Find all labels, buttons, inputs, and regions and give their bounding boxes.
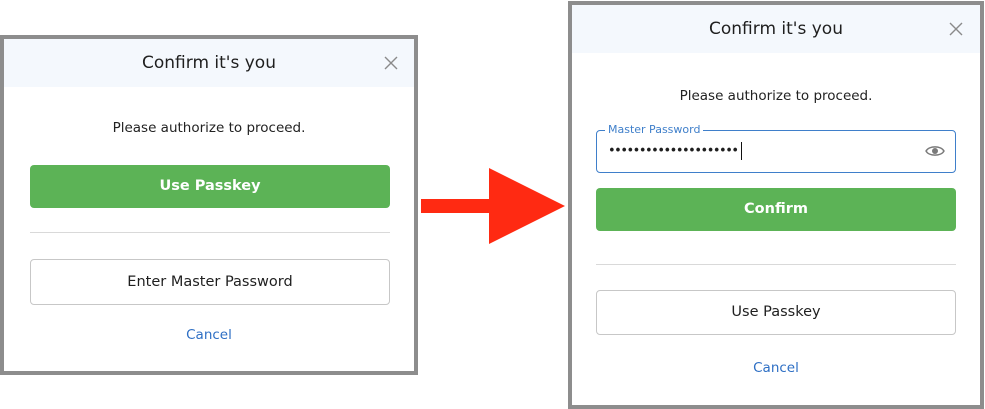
- text-caret: [740, 142, 743, 160]
- master-password-input[interactable]: •••••••••••••••••••••: [608, 142, 743, 160]
- confirm-button[interactable]: Confirm: [596, 188, 956, 231]
- dialog-title: Confirm it's you: [142, 53, 276, 73]
- divider: [596, 264, 956, 265]
- dialog-header: Confirm it's you: [572, 5, 980, 53]
- close-icon[interactable]: [383, 55, 399, 71]
- arrow-right-icon: [421, 168, 565, 244]
- eye-icon[interactable]: [925, 143, 945, 159]
- dialog-title: Confirm it's you: [709, 19, 843, 39]
- master-password-field[interactable]: Master Password •••••••••••••••••••••: [596, 123, 956, 173]
- dialog-header: Confirm it's you: [4, 39, 414, 87]
- close-icon[interactable]: [948, 21, 964, 37]
- master-password-label: Master Password: [605, 123, 704, 136]
- enter-master-password-button[interactable]: Enter Master Password: [30, 259, 390, 305]
- use-passkey-button[interactable]: Use Passkey: [596, 290, 956, 335]
- dialog-prompt: Please authorize to proceed.: [679, 88, 873, 104]
- confirm-dialog-before: Confirm it's you Please authorize to pro…: [0, 35, 418, 375]
- dialog-prompt: Please authorize to proceed.: [112, 120, 306, 136]
- cancel-link[interactable]: Cancel: [4, 327, 414, 343]
- confirm-dialog-after: Confirm it's you Please authorize to pro…: [568, 1, 984, 409]
- use-passkey-button[interactable]: Use Passkey: [30, 165, 390, 208]
- comparison-stage: Confirm it's you Please authorize to pro…: [0, 0, 985, 409]
- divider: [30, 232, 390, 233]
- cancel-link[interactable]: Cancel: [572, 360, 980, 376]
- masked-password-value: •••••••••••••••••••••: [608, 143, 739, 159]
